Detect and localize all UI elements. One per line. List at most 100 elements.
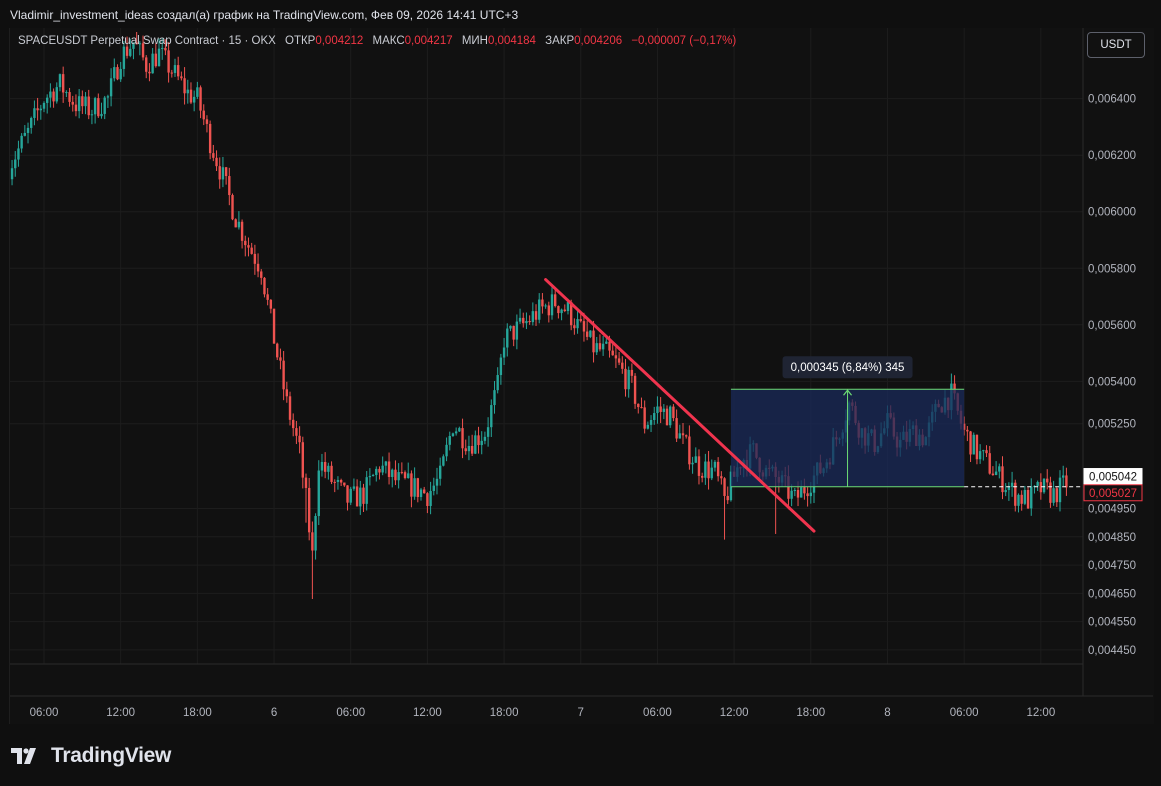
candle-up (656, 406, 659, 414)
candle-down (966, 429, 969, 432)
x-tick-label: 12:00 (1026, 707, 1055, 719)
candle-down (975, 434, 979, 460)
candle-down (806, 493, 809, 497)
candle-up (237, 221, 241, 228)
candle-up (445, 444, 448, 457)
candle-up (496, 375, 499, 391)
candle-down (228, 176, 231, 196)
candle-down (688, 436, 691, 465)
candle-down (659, 406, 662, 412)
candle-up (109, 78, 113, 97)
candle-up (627, 369, 630, 390)
candle-up (1036, 482, 1039, 486)
candle-down (579, 319, 582, 322)
candle-down (282, 360, 285, 390)
candle-up (58, 74, 62, 88)
currency-button[interactable]: USDT (1087, 32, 1145, 58)
y-tick-label: 0,005400 (1088, 376, 1136, 388)
candle-down (1049, 482, 1052, 503)
y-axis-labels: 0,006400 0,006200 0,006000 0,005800 0,005600… (1088, 94, 1136, 657)
candle-up (371, 474, 375, 477)
candle-down (1014, 482, 1017, 506)
candle-down (512, 325, 515, 340)
candle-down (260, 271, 263, 278)
candle-up (196, 87, 199, 97)
candle-up (77, 96, 81, 112)
candle-up (678, 433, 682, 439)
candle-up (499, 357, 503, 376)
x-tick-label: 12:00 (413, 707, 442, 719)
candle-down (279, 357, 282, 361)
candle-up (113, 67, 116, 79)
candle-up (17, 148, 20, 160)
candle-up (518, 317, 522, 322)
candle-up (186, 89, 189, 94)
candle-up (327, 465, 330, 472)
candle-up (432, 485, 435, 491)
candle-up (538, 299, 541, 320)
candle-down (87, 96, 90, 116)
candle-down (199, 87, 202, 111)
candle-up (502, 347, 506, 358)
candle-down (985, 450, 988, 454)
x-tick-label: 7 (578, 707, 584, 719)
candle-down (180, 76, 183, 79)
candle-up (1052, 488, 1055, 503)
candle-down (640, 407, 643, 409)
candle-down (461, 428, 464, 449)
candle-down (125, 46, 129, 56)
candle-down (256, 263, 260, 272)
candle-up (653, 413, 656, 420)
symbol-name[interactable]: SPACEUSDT Perpetual Swap Contract · 15 ·… (18, 35, 276, 47)
price-label-text: 0,005027 (1089, 488, 1137, 500)
candle-down (720, 476, 723, 479)
candle-down (272, 308, 276, 344)
candle-down (643, 407, 646, 429)
candle-up (982, 450, 985, 452)
y-tick-label: 0,005250 (1088, 419, 1136, 431)
candle-down (988, 453, 991, 474)
candle-down (212, 153, 215, 158)
candle-up (397, 472, 400, 481)
candle-up (994, 471, 998, 475)
candle-down (231, 195, 234, 220)
price-chart[interactable]: 0,006400 0,006200 0,006000 0,005800 0,005600… (0, 0, 1161, 786)
candle-down (394, 469, 397, 481)
candle-up (662, 408, 666, 412)
low-value: 0,004184 (487, 35, 536, 47)
candle-down (665, 408, 669, 426)
candle-up (576, 319, 579, 329)
high-value: 0,004217 (404, 35, 453, 47)
symbol-legend: SPACEUSDT Perpetual Swap Contract · 15 ·… (18, 35, 736, 47)
close-value: 0,004206 (574, 35, 623, 47)
candle-down (592, 330, 595, 353)
candle-up (55, 87, 58, 102)
candle-down (215, 157, 218, 167)
candle-down (547, 305, 551, 316)
candle-up (998, 466, 1001, 472)
candle-up (429, 490, 432, 506)
candle-up (790, 490, 793, 499)
candle-down (624, 368, 627, 390)
candle-up (467, 446, 471, 452)
change-value: −0,000007 (−0,17%) (631, 35, 737, 47)
candle-up (1017, 494, 1020, 506)
candle-down (288, 396, 292, 420)
candle-down (333, 481, 336, 483)
candle-up (691, 462, 694, 465)
candle-down (1046, 478, 1049, 483)
candle-down (534, 311, 538, 320)
candle-down (154, 53, 158, 67)
candle-up (595, 343, 598, 353)
x-tick-label: 06:00 (950, 707, 979, 719)
candle-down (582, 321, 586, 332)
candle-down (311, 532, 314, 551)
x-tick-label: 12:00 (106, 707, 135, 719)
candle-up (100, 113, 103, 117)
candle-down (598, 343, 602, 350)
candle-up (493, 390, 496, 406)
candle-down (74, 104, 78, 112)
x-tick-label: 12:00 (720, 707, 749, 719)
candle-down (355, 486, 359, 507)
candle-up (49, 91, 52, 98)
